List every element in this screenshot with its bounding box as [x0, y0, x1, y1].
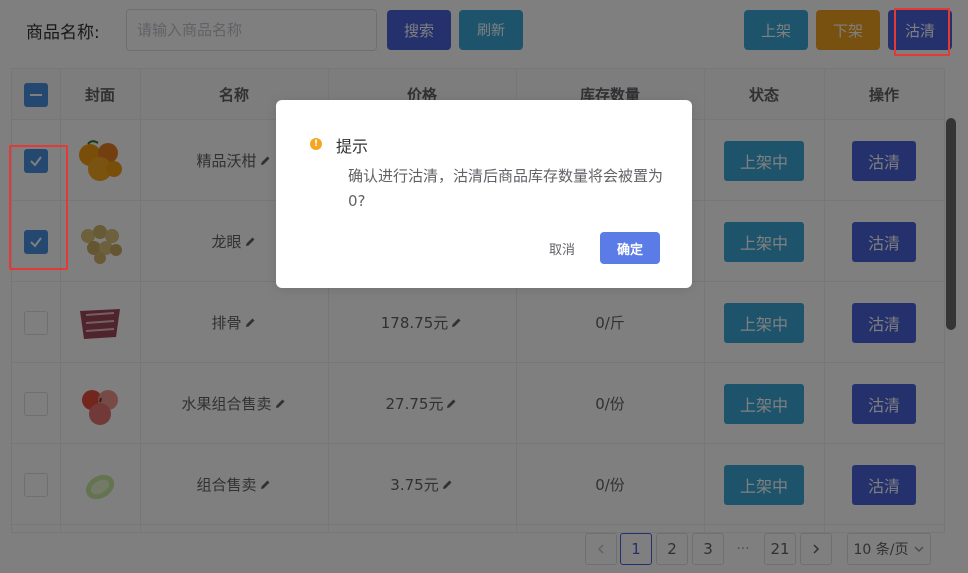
dialog-title: 提示: [336, 137, 369, 156]
highlight-box-clear-button-top: [894, 8, 950, 56]
dialog-cancel-button[interactable]: 取消: [538, 232, 586, 264]
dialog-message: 确认进行沽清，沽清后商品库存数量将会被置为0?: [348, 167, 664, 210]
dialog-confirm-button[interactable]: 确定: [600, 232, 660, 264]
confirm-dialog: ! 提示 确认进行沽清，沽清后商品库存数量将会被置为0? 取消 确定: [276, 100, 692, 288]
highlight-box-selected-rows: [9, 145, 68, 270]
warning-icon: !: [310, 138, 322, 150]
